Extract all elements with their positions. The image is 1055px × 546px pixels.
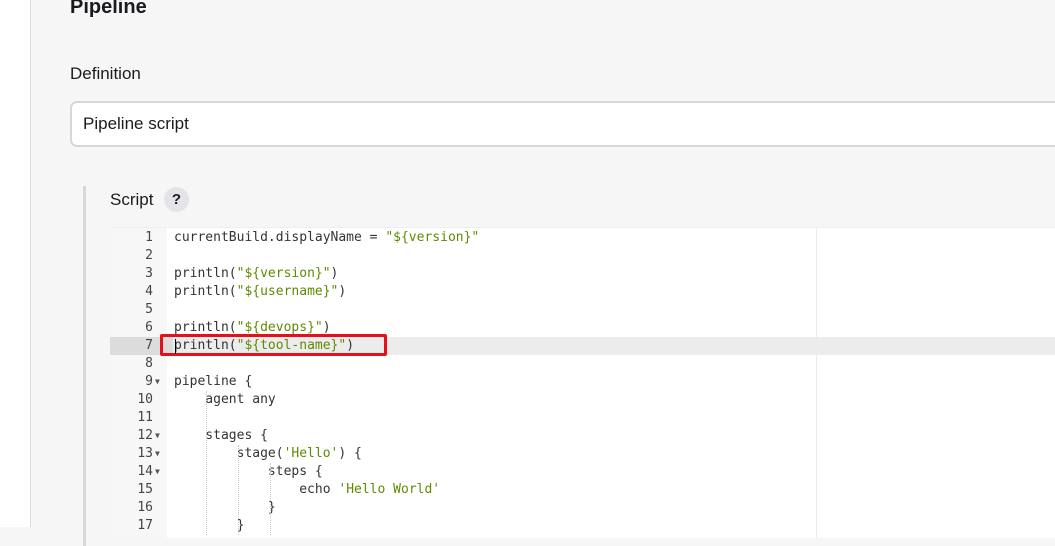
line-number: 5 [145, 302, 153, 317]
code-text: stages { [174, 428, 268, 443]
code-text: println("${version}") [174, 266, 339, 281]
pipeline-section-title: Pipeline [70, 0, 147, 18]
left-gutter [0, 0, 31, 527]
code-line[interactable]: 3 println("${version}") [110, 265, 1055, 283]
line-number: 16 [137, 500, 153, 515]
line-number: 14 [137, 464, 153, 479]
line-number: 1 [145, 230, 153, 245]
code-line[interactable]: 12 ▼ stages { [110, 427, 1055, 445]
code-line[interactable]: 13 ▼ stage('Hello') { [110, 445, 1055, 463]
fold-toggle-icon[interactable]: ▼ [155, 445, 160, 463]
code-line[interactable]: 8 [110, 355, 1055, 373]
code-text: } [174, 518, 245, 533]
fold-toggle-icon[interactable]: ▼ [155, 463, 160, 481]
code-line[interactable]: 9 ▼ pipeline { [110, 373, 1055, 391]
help-icon[interactable]: ? [164, 187, 189, 212]
code-line[interactable]: 1 currentBuild.displayName = "${version}" [110, 229, 1055, 247]
line-number: 9 [145, 374, 153, 389]
code-text: println("${username}") [174, 284, 347, 299]
code-text: agent any [174, 392, 276, 407]
definition-select[interactable]: Pipeline script [70, 101, 1055, 147]
indent-guide [238, 445, 239, 535]
definition-label: Definition [70, 64, 141, 83]
code-text: stage('Hello') { [174, 446, 362, 461]
line-number: 13 [137, 446, 153, 461]
fold-toggle-icon[interactable]: ▼ [155, 373, 160, 391]
line-number: 11 [137, 410, 153, 425]
line-number: 4 [145, 284, 153, 299]
indent-guide [270, 463, 271, 535]
line-number: 3 [145, 266, 153, 281]
line-number: 12 [137, 428, 153, 443]
code-line[interactable]: 4 println("${username}") [110, 283, 1055, 301]
code-text: steps { [174, 464, 323, 479]
code-line[interactable]: 16 } [110, 499, 1055, 517]
code-line[interactable]: 11 [110, 409, 1055, 427]
code-text: currentBuild.displayName = "${version}" [174, 230, 480, 245]
code-line[interactable]: 5 [110, 301, 1055, 319]
code-line[interactable]: 17 } [110, 517, 1055, 535]
line-number: 17 [137, 518, 153, 533]
annotation-highlight-box [160, 334, 387, 356]
line-number: 15 [137, 482, 153, 497]
script-editor[interactable]: 1 currentBuild.displayName = "${version}"… [110, 227, 1055, 538]
code-line[interactable]: 2 [110, 247, 1055, 265]
code-text: } [174, 500, 276, 515]
fold-toggle-icon[interactable]: ▼ [155, 427, 160, 445]
code-text: pipeline { [174, 374, 253, 389]
script-label: Script [110, 190, 154, 209]
line-number: 2 [145, 248, 153, 263]
code-line[interactable]: 15 echo 'Hello World' [110, 481, 1055, 499]
line-number: 10 [137, 392, 153, 407]
line-number: 8 [145, 356, 153, 371]
text-cursor [175, 339, 176, 354]
code-line[interactable]: 14 ▼ steps { [110, 463, 1055, 481]
code-text: echo 'Hello World' [174, 482, 441, 497]
line-number: 6 [145, 320, 153, 335]
indent-guide [206, 391, 207, 535]
code-line[interactable]: 10 agent any [110, 391, 1055, 409]
